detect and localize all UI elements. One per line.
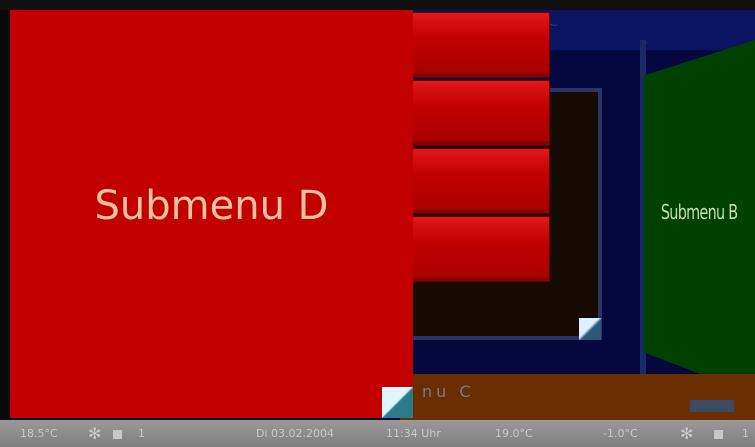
menu-button-2[interactable] (408, 80, 550, 146)
menu-button-4[interactable] (408, 216, 550, 282)
temperature-right: -1.0°C (603, 427, 638, 440)
status-square-icon (113, 430, 122, 439)
submenu-d-resize-icon[interactable] (382, 387, 413, 418)
ceiling-text: ~ (548, 18, 559, 32)
top-bar (0, 0, 755, 10)
left-edge (0, 10, 10, 420)
menu-button-stack (408, 12, 550, 284)
submenu-b-panel[interactable]: Submenu B (644, 40, 755, 395)
submenu-c-label: nu C (422, 382, 475, 401)
status-bar: 18.5°C ✻ 1 Di 03.02.2004 11:34 Uhr 19.0°… (0, 420, 755, 447)
temperature-mid: 19.0°C (495, 427, 533, 440)
fan-icon: ✻ (88, 424, 102, 443)
submenu-a-resize-icon[interactable] (579, 318, 601, 340)
submenu-b-label: Submenu B (661, 199, 738, 224)
status-time: 11:34 Uhr (386, 427, 441, 440)
status-square-icon-right (714, 430, 723, 439)
submenu-c-corner-icon[interactable] (690, 400, 734, 412)
menu-button-3[interactable] (408, 148, 550, 214)
status-number-right: 1 (742, 427, 749, 440)
temperature-left: 18.5°C (20, 427, 58, 440)
submenu-d-panel[interactable]: Submenu D (10, 10, 413, 418)
status-number-left: 1 (138, 427, 145, 440)
submenu-c-panel[interactable]: nu C (400, 374, 755, 420)
menu-button-1[interactable] (408, 12, 550, 78)
fan-icon-right: ✻ (680, 424, 694, 443)
status-date: Di 03.02.2004 (256, 427, 335, 440)
submenu-d-label: Submenu D (94, 183, 329, 229)
3d-menu-scene: ~ — Submenu B nu C Submenu D 18.5°C ✻ 1 … (0, 0, 755, 447)
